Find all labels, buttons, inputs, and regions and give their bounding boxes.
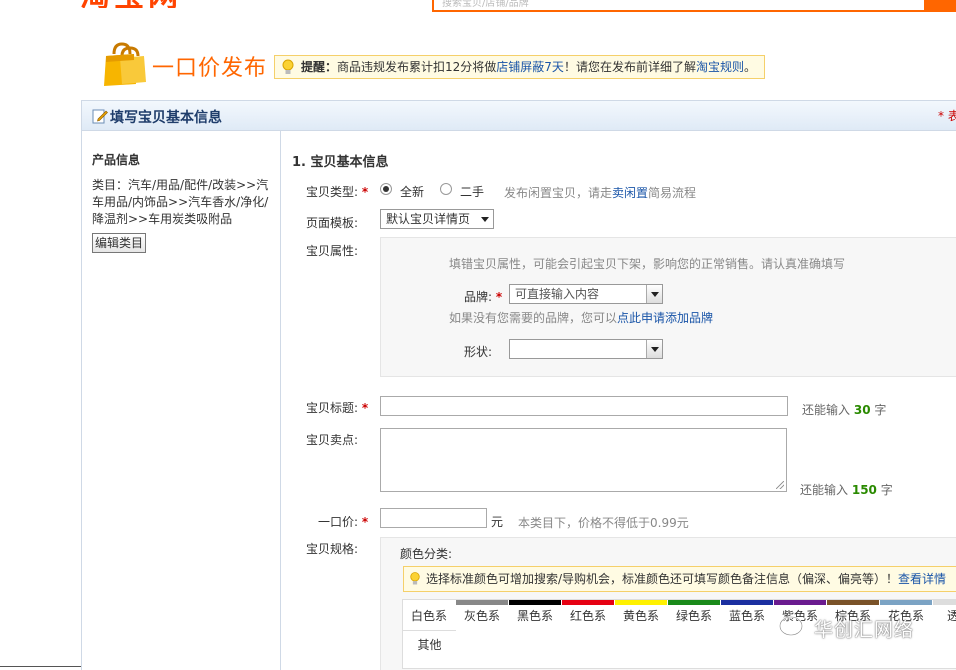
color-swatch: [668, 600, 720, 605]
price-label: 一口价: *: [318, 515, 369, 529]
selling-counter: 还能输入 150 字: [800, 483, 893, 497]
color-swatch: [721, 600, 773, 605]
rules-notice: 提醒：商品违规发布累计扣12分将做店铺屏蔽7天！请您在发布前详细了解淘宝规则。: [274, 55, 765, 79]
resize-handle[interactable]: [776, 481, 784, 489]
brand-hint: 如果没有您需要的品牌，您可以点此申请添加品牌: [449, 311, 714, 325]
color-swatch: [827, 600, 879, 605]
selling-label: 宝贝卖点:: [306, 433, 359, 447]
color-tip: 选择标准颜色可增加搜索/导购机会，标准颜色还可填写颜色备注信息（偏深、偏亮等）！…: [403, 566, 956, 592]
wechat-icon: [779, 616, 810, 639]
color-family-tab[interactable]: 白色系: [403, 600, 456, 628]
color-swatch: [880, 600, 932, 605]
type-label: 宝贝类型: *: [306, 185, 369, 199]
color-family-other[interactable]: 其他: [403, 630, 456, 658]
color-family-label: 蓝色系: [728, 609, 765, 623]
category-path: 类目：汽车/用品/配件/改装>>汽车用品/内饰品>>汽车香水/净化/降温剂>>车…: [92, 178, 269, 226]
shopping-bag-icon: [100, 40, 148, 88]
price-unit: 元: [491, 515, 504, 529]
price-input[interactable]: [380, 508, 487, 528]
color-label: 颜色分类:: [400, 547, 453, 561]
chevron-down-icon[interactable]: [646, 340, 662, 358]
color-family-label: 红色系: [569, 609, 606, 623]
shape-select[interactable]: [509, 339, 663, 359]
color-family-label: 白色系: [410, 609, 447, 623]
notice-text: ！请您在发布前详细了解: [563, 60, 696, 74]
lightbulb-icon: [282, 59, 294, 74]
edit-category-button[interactable]: 编辑类目: [92, 233, 147, 253]
color-family-tab[interactable]: 黄色系: [615, 600, 668, 628]
color-swatch: [509, 600, 561, 605]
color-swatch: [456, 600, 508, 605]
sidebar-heading: 产品信息: [92, 153, 141, 167]
watermark: 华创汇网络: [778, 611, 956, 645]
color-swatch: [615, 600, 667, 605]
chevron-down-icon: [477, 210, 493, 228]
view-details-link[interactable]: 查看详情: [898, 572, 946, 586]
search-input[interactable]: 搜索宝贝/店铺/品牌: [432, 0, 926, 12]
search-button[interactable]: [926, 0, 956, 12]
color-swatch: [774, 600, 826, 605]
type-radio-new[interactable]: [380, 183, 392, 195]
selling-textarea[interactable]: [380, 428, 787, 492]
notice-label: 提醒：: [301, 60, 338, 74]
brand-label: 品牌: *: [464, 290, 503, 304]
type-option-new[interactable]: 全新: [400, 183, 424, 200]
color-family-label: 灰色系: [463, 609, 500, 623]
chevron-down-icon[interactable]: [646, 285, 662, 303]
color-family-label: 绿色系: [675, 609, 712, 623]
section-title: 1. 宝贝基本信息: [292, 155, 389, 170]
required-note: * 表: [938, 109, 956, 123]
color-swatch: [933, 600, 956, 605]
product-info-sidebar: 产品信息 类目：汽车/用品/配件/改装>>汽车用品/内饰品>>汽车香水/净化/降…: [82, 131, 281, 670]
spec-label: 宝贝规格:: [306, 542, 359, 556]
title-input[interactable]: [380, 396, 788, 416]
brand-combobox[interactable]: 可直接输入内容: [509, 284, 663, 304]
notice-text: 。: [743, 60, 756, 74]
notice-text: 商品违规发布累计扣12分将做: [337, 60, 497, 74]
title-counter: 还能输入 30 字: [802, 403, 887, 417]
idle-hint: 发布闲置宝贝，请走卖闲置简易流程: [504, 186, 697, 200]
color-swatch: [562, 600, 614, 605]
apply-brand-link[interactable]: 点此申请添加品牌: [617, 311, 713, 325]
color-family-tab[interactable]: 蓝色系: [721, 600, 774, 628]
attr-label: 宝贝属性:: [306, 244, 359, 258]
shape-label: 形状:: [464, 345, 493, 359]
color-family-tab[interactable]: 灰色系: [456, 600, 509, 628]
template-value: 默认宝贝详情页: [386, 212, 471, 226]
color-family-tab[interactable]: 黑色系: [509, 600, 562, 628]
color-family-label: 黄色系: [622, 609, 659, 623]
color-family-tab[interactable]: 绿色系: [668, 600, 721, 628]
panel-title: 填写宝贝基本信息: [110, 110, 222, 126]
attr-warning: 填错宝贝属性，可能会引起宝贝下架，影响您的正常销售。请认真准确填写: [449, 257, 846, 271]
color-family-tab[interactable]: 红色系: [562, 600, 615, 628]
taobao-logo[interactable]: 淘宝网: [80, 0, 230, 8]
color-tip-text: 选择标准颜色可增加搜索/导购机会，标准颜色还可填写颜色备注信息（偏深、偏亮等）！: [426, 572, 899, 586]
type-radio-used[interactable]: [440, 183, 452, 195]
watermark-text: 华创汇网络: [814, 619, 915, 641]
color-swatch: [403, 600, 455, 605]
color-family-label: 黑色系: [516, 609, 553, 623]
template-select[interactable]: 默认宝贝详情页: [380, 209, 494, 229]
divider: [0, 666, 81, 670]
template-label: 页面模板:: [306, 216, 359, 230]
page-title: 一口价发布: [152, 56, 268, 81]
lightbulb-icon: [410, 572, 420, 585]
title-label: 宝贝标题: *: [306, 401, 369, 415]
sell-idle-link[interactable]: 卖闲置: [612, 186, 648, 200]
shop-block-link[interactable]: 店铺屏蔽7天: [496, 60, 564, 74]
taobao-rules-link[interactable]: 淘宝规则: [696, 60, 744, 74]
edit-pen-icon: [92, 109, 108, 124]
panel-header: 填写宝贝基本信息 * 表: [82, 101, 956, 131]
price-hint: 本类目下，价格不得低于0.99元: [518, 516, 689, 530]
brand-placeholder: 可直接输入内容: [515, 287, 600, 301]
type-option-used[interactable]: 二手: [460, 183, 484, 200]
